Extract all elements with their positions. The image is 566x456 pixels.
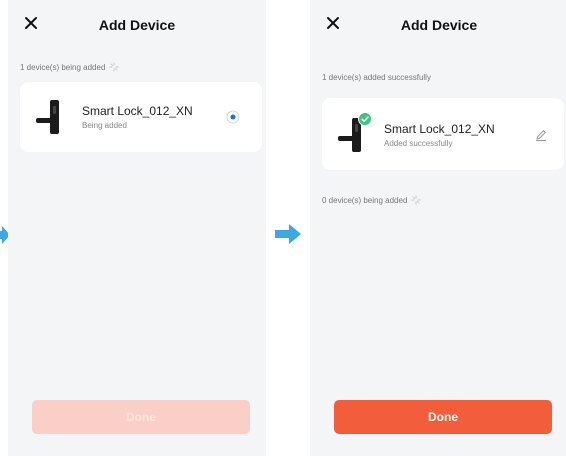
top-bar: Add Device <box>310 14 566 38</box>
device-status: Added successfully <box>384 139 453 148</box>
smart-lock-icon <box>338 112 372 152</box>
smart-lock-icon <box>36 100 66 134</box>
done-button[interactable]: Done <box>334 400 552 434</box>
pencil-icon[interactable] <box>534 128 548 142</box>
pending-count-text: 0 device(s) being added <box>322 195 408 205</box>
loading-radio-icon <box>226 110 240 124</box>
arrow-right-icon <box>275 224 301 244</box>
success-count-label: 1 device(s) added successfully <box>322 73 431 82</box>
pending-count-label: 0 device(s) being added <box>322 195 421 205</box>
device-name: Smart Lock_012_XN <box>82 104 193 118</box>
canvas: Add Device 1 device(s) being added Smart… <box>0 0 566 456</box>
success-count-text: 1 device(s) added successfully <box>322 73 431 82</box>
page-title: Add Device <box>400 17 478 33</box>
add-device-screen-added: Add Device 1 device(s) added successfull… <box>310 0 566 456</box>
device-status: Being added <box>82 121 127 130</box>
adding-count-text: 1 device(s) being added <box>20 62 106 72</box>
device-card-adding[interactable]: Smart Lock_012_XN Being added <box>20 82 262 152</box>
adding-count-label: 1 device(s) being added <box>20 62 119 72</box>
spinner-icon <box>411 195 421 205</box>
check-badge-icon <box>358 112 372 126</box>
top-bar: Add Device <box>8 14 266 38</box>
done-button-disabled[interactable]: Done <box>32 400 250 434</box>
add-device-screen-adding: Add Device 1 device(s) being added Smart… <box>8 0 266 456</box>
device-name: Smart Lock_012_XN <box>384 122 495 136</box>
device-card-added[interactable]: Smart Lock_012_XN Added successfully <box>322 98 564 170</box>
spinner-icon <box>109 62 119 72</box>
page-title: Add Device <box>98 17 176 33</box>
